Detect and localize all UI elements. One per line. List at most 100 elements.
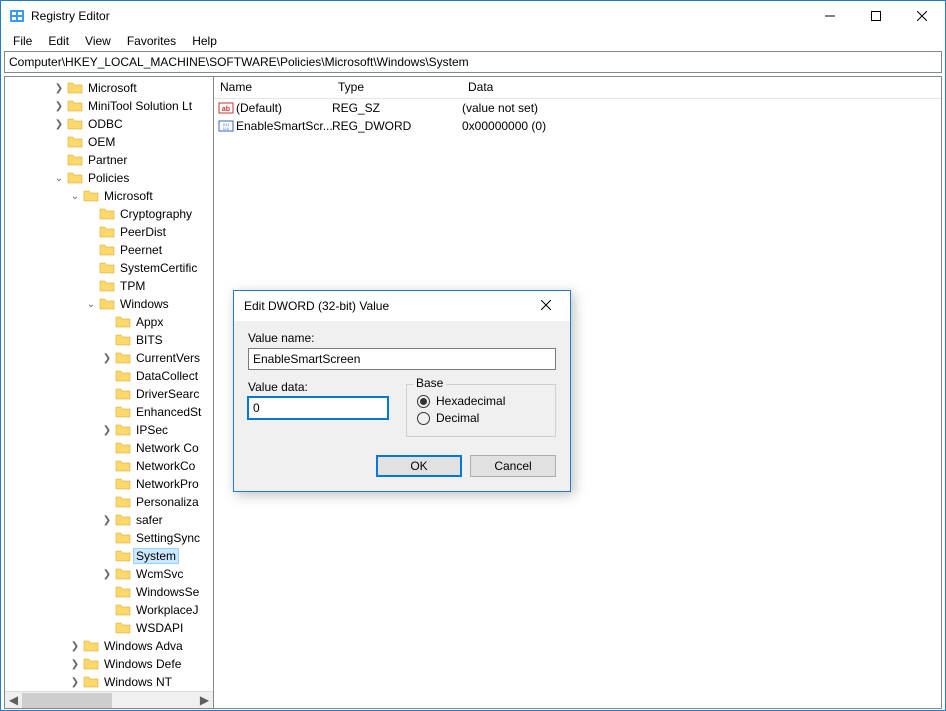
tree-node[interactable]: EnhancedSt <box>5 403 213 421</box>
value-row[interactable]: 011110EnableSmartScr...REG_DWORD0x000000… <box>214 117 941 135</box>
tree-node[interactable]: ❯Windows Adva <box>5 637 213 655</box>
expand-icon[interactable] <box>85 281 97 292</box>
expand-icon[interactable]: ❯ <box>101 425 113 436</box>
expand-icon[interactable] <box>53 137 65 148</box>
tree-horizontal-scrollbar[interactable]: ◀ ▶ <box>5 691 213 708</box>
expand-icon[interactable]: ❯ <box>53 119 65 130</box>
tree-node[interactable]: ❯ODBC <box>5 115 213 133</box>
expand-icon[interactable] <box>85 209 97 220</box>
expand-icon[interactable] <box>101 443 113 454</box>
scroll-left-icon[interactable]: ◀ <box>5 692 22 709</box>
expand-icon[interactable] <box>101 335 113 346</box>
expand-icon[interactable]: ❯ <box>101 515 113 526</box>
expand-icon[interactable]: ❯ <box>69 659 81 670</box>
close-button[interactable] <box>899 1 945 31</box>
cancel-button[interactable]: Cancel <box>470 455 556 477</box>
address-bar[interactable]: Computer\HKEY_LOCAL_MACHINE\SOFTWARE\Pol… <box>4 51 942 73</box>
expand-icon[interactable]: ❯ <box>69 641 81 652</box>
ok-button[interactable]: OK <box>376 455 462 477</box>
tree-node[interactable]: BITS <box>5 331 213 349</box>
menu-favorites[interactable]: Favorites <box>119 32 184 50</box>
tree-node[interactable]: ❯CurrentVers <box>5 349 213 367</box>
value-name-input[interactable] <box>248 348 556 370</box>
tree-node[interactable]: NetworkCo <box>5 457 213 475</box>
tree-node[interactable]: System <box>5 547 213 565</box>
tree-node[interactable]: Partner <box>5 151 213 169</box>
tree-node[interactable]: Peernet <box>5 241 213 259</box>
tree-node[interactable]: TPM <box>5 277 213 295</box>
expand-icon[interactable] <box>53 155 65 166</box>
tree-pane[interactable]: ❯Microsoft❯MiniTool Solution Lt❯ODBC OEM… <box>4 76 214 709</box>
column-headers[interactable]: Name Type Data <box>214 77 941 99</box>
expand-icon[interactable]: ⌄ <box>85 299 97 310</box>
tree-node[interactable]: ⌄Policies <box>5 169 213 187</box>
tree-node[interactable]: WorkplaceJ <box>5 601 213 619</box>
tree-node[interactable]: DataCollect <box>5 367 213 385</box>
tree-label: DriverSearc <box>133 386 202 402</box>
tree-node[interactable]: ⌄Microsoft <box>5 187 213 205</box>
expand-icon[interactable]: ⌄ <box>69 191 81 202</box>
expand-icon[interactable]: ❯ <box>101 569 113 580</box>
expand-icon[interactable] <box>85 263 97 274</box>
expand-icon[interactable] <box>101 407 113 418</box>
tree-label: Personaliza <box>133 494 202 510</box>
value-data-input[interactable] <box>248 397 388 419</box>
expand-icon[interactable] <box>101 479 113 490</box>
tree-node[interactable]: PeerDist <box>5 223 213 241</box>
expand-icon[interactable] <box>101 533 113 544</box>
expand-icon[interactable] <box>101 389 113 400</box>
expand-icon[interactable] <box>101 371 113 382</box>
tree-label: EnhancedSt <box>133 404 204 420</box>
expand-icon[interactable] <box>85 245 97 256</box>
tree-node[interactable]: ❯MiniTool Solution Lt <box>5 97 213 115</box>
tree-node[interactable]: ❯WcmSvc <box>5 565 213 583</box>
col-type[interactable]: Type <box>332 77 462 98</box>
tree-node[interactable]: SettingSync <box>5 529 213 547</box>
tree-node[interactable]: ❯safer <box>5 511 213 529</box>
menu-edit[interactable]: Edit <box>40 32 77 50</box>
tree-node[interactable]: WSDAPI <box>5 619 213 637</box>
expand-icon[interactable] <box>101 317 113 328</box>
tree-node[interactable]: WindowsSe <box>5 583 213 601</box>
col-data[interactable]: Data <box>462 77 941 98</box>
expand-icon[interactable]: ❯ <box>101 353 113 364</box>
col-name[interactable]: Name <box>214 77 332 98</box>
tree-node[interactable]: ❯IPSec <box>5 421 213 439</box>
expand-icon[interactable]: ❯ <box>53 83 65 94</box>
tree-node[interactable]: ❯Windows NT <box>5 673 213 691</box>
expand-icon[interactable] <box>101 497 113 508</box>
tree-node[interactable]: Network Co <box>5 439 213 457</box>
expand-icon[interactable]: ⌄ <box>53 173 65 184</box>
tree-node[interactable]: Appx <box>5 313 213 331</box>
expand-icon[interactable] <box>101 587 113 598</box>
tree-node[interactable]: ⌄Windows <box>5 295 213 313</box>
tree-label: BITS <box>133 332 166 348</box>
menu-view[interactable]: View <box>77 32 119 50</box>
scrollbar-thumb[interactable] <box>22 693 112 708</box>
maximize-button[interactable] <box>853 1 899 31</box>
scroll-right-icon[interactable]: ▶ <box>196 692 213 709</box>
tree-node[interactable]: Cryptography <box>5 205 213 223</box>
tree-node[interactable]: Personaliza <box>5 493 213 511</box>
tree-node[interactable]: OEM <box>5 133 213 151</box>
expand-icon[interactable] <box>101 551 113 562</box>
tree-node[interactable]: SystemCertific <box>5 259 213 277</box>
tree-node[interactable]: NetworkPro <box>5 475 213 493</box>
menu-file[interactable]: File <box>5 32 40 50</box>
menu-help[interactable]: Help <box>184 32 225 50</box>
tree-label: DataCollect <box>133 368 201 384</box>
radio-decimal[interactable]: Decimal <box>417 411 545 425</box>
expand-icon[interactable] <box>101 605 113 616</box>
expand-icon[interactable] <box>85 227 97 238</box>
expand-icon[interactable] <box>101 461 113 472</box>
tree-node[interactable]: ❯Microsoft <box>5 79 213 97</box>
expand-icon[interactable]: ❯ <box>53 101 65 112</box>
radio-hexadecimal[interactable]: Hexadecimal <box>417 394 545 408</box>
expand-icon[interactable]: ❯ <box>69 677 81 688</box>
minimize-button[interactable] <box>807 1 853 31</box>
value-row[interactable]: ab(Default)REG_SZ(value not set) <box>214 99 941 117</box>
dialog-close-button[interactable] <box>532 299 560 313</box>
tree-node[interactable]: DriverSearc <box>5 385 213 403</box>
expand-icon[interactable] <box>101 623 113 634</box>
tree-node[interactable]: ❯Windows Defe <box>5 655 213 673</box>
